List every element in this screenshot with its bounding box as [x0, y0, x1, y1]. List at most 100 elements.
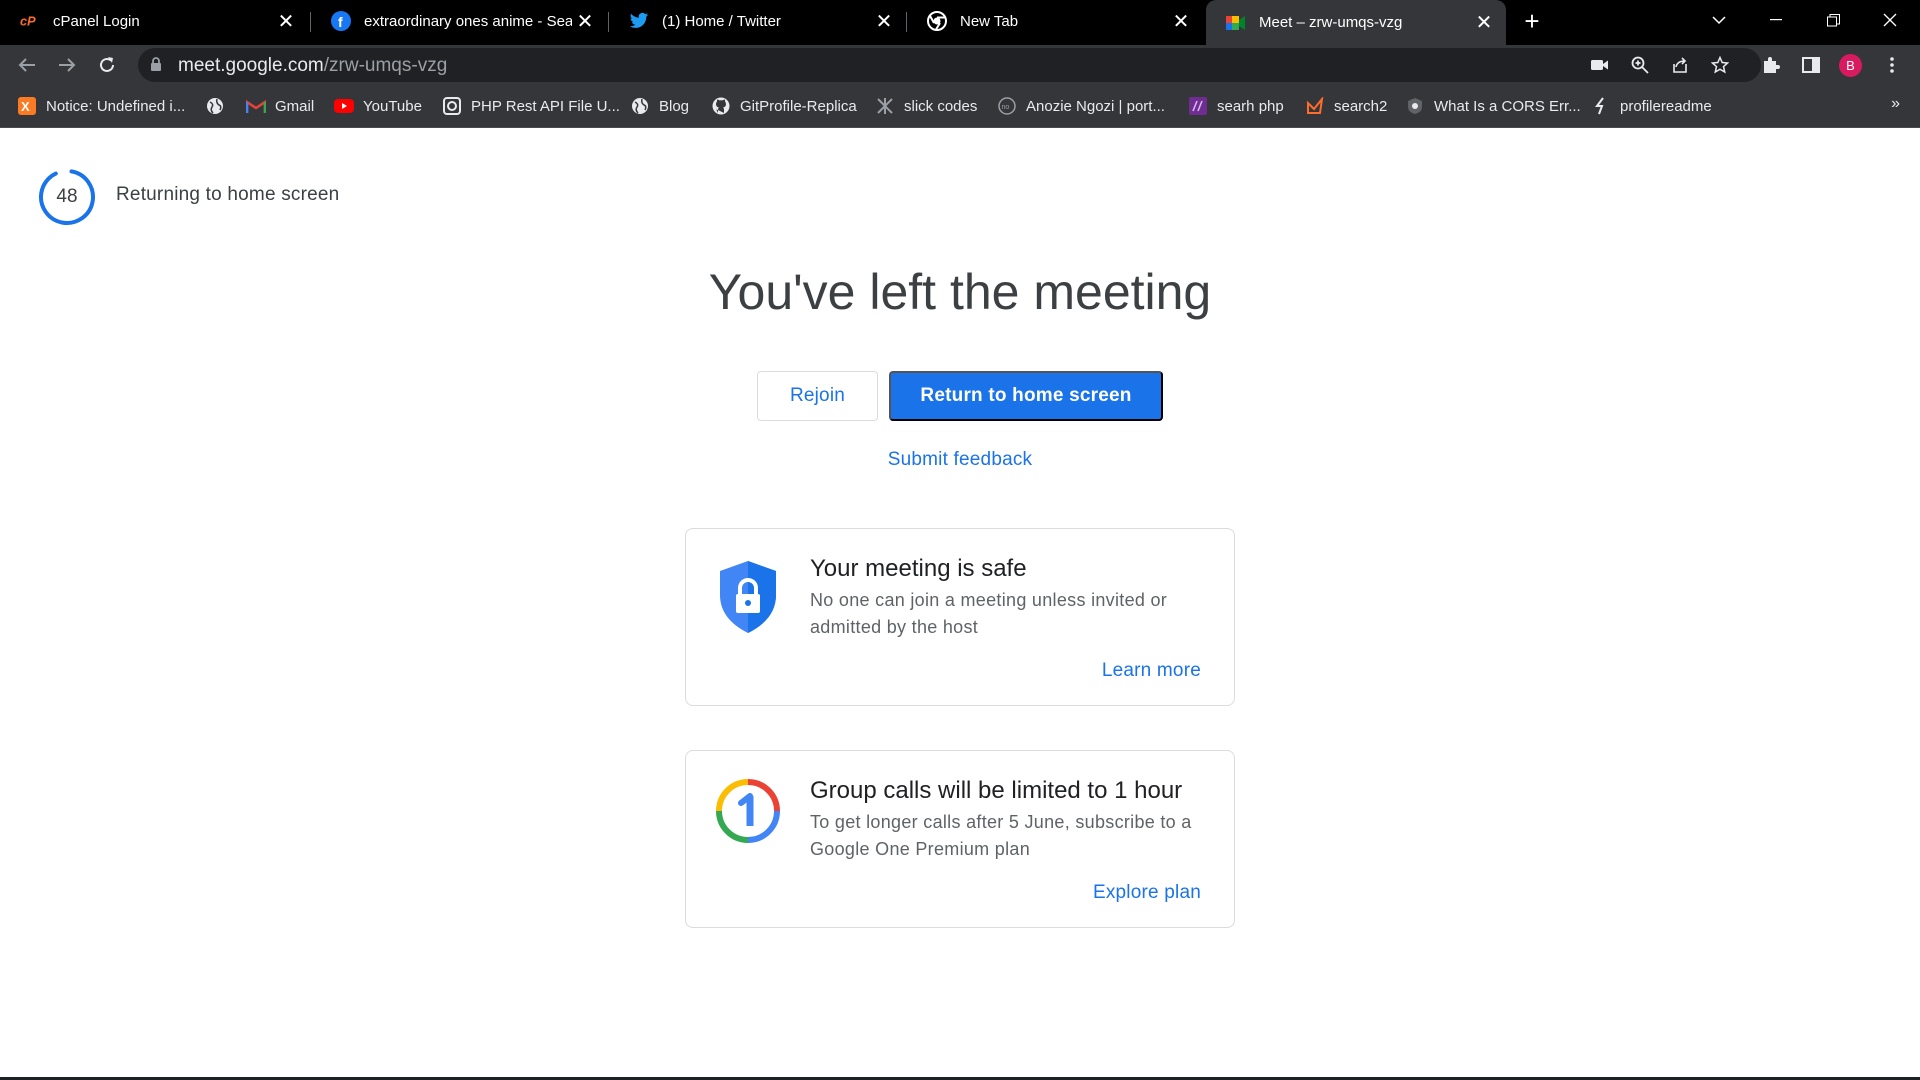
bookmark-label: search2: [1334, 97, 1388, 115]
tab-new-tab[interactable]: New Tab ✕: [907, 0, 1203, 42]
card-title: Group calls will be limited to 1 hour: [810, 777, 1183, 804]
xampp-icon: X: [17, 96, 37, 116]
bookmark-label: Gmail: [275, 97, 315, 115]
countdown-timer: 48: [38, 168, 96, 226]
zoom-icon[interactable]: [1628, 53, 1652, 77]
google-meet-icon: [1226, 13, 1246, 33]
bookmark-label: slick codes: [904, 97, 978, 115]
cpanel-icon: cP: [20, 11, 40, 31]
search2-icon: [1305, 96, 1325, 116]
lock-icon[interactable]: [150, 57, 162, 77]
bookmark-cors-error[interactable]: What Is a CORS Err...: [1405, 95, 1581, 117]
globe-icon: [205, 96, 225, 116]
puzzle-icon: [1764, 57, 1780, 73]
kebab-menu-icon: [1890, 57, 1894, 73]
return-to-home-button[interactable]: Return to home screen: [889, 371, 1163, 421]
github-icon: [711, 96, 731, 116]
reload-icon: [100, 57, 114, 72]
close-icon[interactable]: ✕: [871, 8, 897, 34]
browser-menu-button[interactable]: [1877, 50, 1907, 80]
bookmark-php-rest-api[interactable]: PHP Rest API File U...: [442, 95, 620, 117]
reload-button[interactable]: [92, 50, 122, 80]
browser-toolbar: meet.google.com/zrw-umqs-vzg B: [0, 45, 1920, 85]
tab-google-meet[interactable]: Meet – zrw-umqs-vzg ✕: [1206, 0, 1506, 45]
twitter-icon: [629, 11, 649, 31]
bookmark-label: Blog: [659, 97, 690, 115]
bookmark-youtube[interactable]: YouTube: [334, 95, 422, 117]
bookmark-anozie-ngozi[interactable]: no Anozie Ngozi | port...: [997, 95, 1165, 117]
close-window-button[interactable]: [1863, 0, 1917, 40]
extensions-button[interactable]: [1756, 50, 1786, 80]
back-button[interactable]: [12, 50, 42, 80]
bookmark-star-icon[interactable]: [1708, 53, 1732, 77]
shield-lock-icon: [716, 557, 780, 637]
bookmark-label: GitProfile-Replica: [740, 97, 857, 115]
tab-search-button[interactable]: [1692, 0, 1746, 40]
globe-icon: [630, 96, 650, 116]
url-path: /zrw-umqs-vzg: [323, 55, 448, 76]
chevron-down-icon: [1712, 16, 1726, 25]
portfolio-icon: no: [997, 96, 1017, 116]
camera-icon[interactable]: [1588, 53, 1612, 77]
minimize-button[interactable]: [1749, 0, 1803, 40]
bookmark-label: PHP Rest API File U...: [471, 97, 620, 115]
tab-title: Meet – zrw-umqs-vzg: [1259, 14, 1403, 31]
tab-cpanel-login[interactable]: cP cPanel Login ✕: [0, 0, 308, 42]
bookmark-gitprofile-replica[interactable]: GitProfile-Replica: [711, 95, 857, 117]
profile-icon: [1591, 96, 1611, 116]
profile-avatar[interactable]: B: [1839, 54, 1862, 77]
share-icon[interactable]: [1668, 53, 1692, 77]
bookmark-label: profilereadme: [1620, 97, 1712, 115]
youtube-icon: [334, 96, 354, 116]
more-bookmarks-button[interactable]: »: [1891, 95, 1900, 113]
bookmark-label: Notice: Undefined i...: [46, 97, 186, 115]
svg-text:cP: cP: [20, 14, 36, 29]
address-bar[interactable]: meet.google.com/zrw-umqs-vzg: [138, 48, 1761, 82]
group-calls-card: Group calls will be limited to 1 hour To…: [685, 750, 1235, 928]
restore-icon: [1826, 13, 1840, 26]
meeting-safe-card: Your meeting is safe No one can join a m…: [685, 528, 1235, 706]
bookmark-globe[interactable]: [205, 95, 234, 117]
bookmark-label: YouTube: [363, 97, 422, 115]
card-description: No one can join a meeting unless invited…: [810, 590, 1168, 637]
cors-icon: [1405, 96, 1425, 116]
tab-twitter-home[interactable]: (1) Home / Twitter ✕: [609, 0, 906, 42]
explore-plan-link[interactable]: Explore plan: [1093, 882, 1201, 904]
slick-icon: [875, 96, 895, 116]
card-description: To get longer calls after 5 June, subscr…: [810, 812, 1192, 859]
tab-title: New Tab: [960, 12, 1019, 30]
tab-title: cPanel Login: [53, 12, 140, 30]
forward-arrow-icon: [59, 58, 76, 72]
bookmark-notice-undefined[interactable]: X Notice: Undefined i...: [17, 95, 185, 117]
rejoin-button[interactable]: Rejoin: [757, 371, 878, 421]
side-panel-button[interactable]: [1796, 50, 1826, 80]
bookmark-search2[interactable]: search2: [1305, 95, 1387, 117]
card-title: Your meeting is safe: [810, 555, 1027, 582]
countdown-seconds: 48: [56, 186, 78, 207]
bookmark-searh-php[interactable]: searh php: [1188, 95, 1284, 117]
restore-button[interactable]: [1806, 0, 1860, 40]
meet-left-page: 48 Returning to home screen You've left …: [0, 129, 1920, 1080]
tab-extraordinary-ones[interactable]: f extraordinary ones anime - Searc ✕: [311, 0, 607, 42]
svg-text:X: X: [21, 99, 30, 114]
tab-title: (1) Home / Twitter: [662, 12, 781, 30]
close-icon[interactable]: ✕: [1471, 10, 1497, 36]
bookmark-label: Anozie Ngozi | port...: [1026, 97, 1165, 115]
submit-feedback-text[interactable]: Submit feedback: [888, 449, 1033, 470]
bookmarks-bar: X Notice: Undefined i... Gmail YouTube P…: [0, 85, 1920, 128]
close-icon[interactable]: ✕: [273, 8, 299, 34]
side-panel-icon: [1802, 57, 1820, 73]
close-icon[interactable]: ✕: [572, 8, 598, 34]
countdown-label: Returning to home screen: [116, 184, 340, 205]
bookmark-slick-codes[interactable]: slick codes: [875, 95, 977, 117]
submit-feedback-link: Submit feedback: [0, 449, 1920, 471]
new-tab-button[interactable]: +: [1517, 6, 1547, 36]
url-text: meet.google.com/zrw-umqs-vzg: [178, 55, 447, 77]
bookmark-blog[interactable]: Blog: [630, 95, 689, 117]
learn-more-link[interactable]: Learn more: [1102, 660, 1201, 682]
forward-button[interactable]: [52, 50, 82, 80]
close-icon[interactable]: ✕: [1168, 8, 1194, 34]
bookmark-gmail[interactable]: Gmail: [246, 95, 314, 117]
tab-title: extraordinary ones anime - Searc: [364, 12, 572, 30]
bookmark-profilereadme[interactable]: profilereadme: [1591, 95, 1712, 117]
